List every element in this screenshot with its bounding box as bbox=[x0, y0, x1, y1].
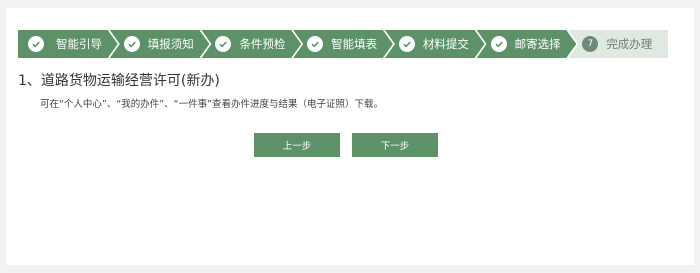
previous-step-button[interactable]: 上一步 bbox=[254, 133, 340, 157]
step-complete[interactable]: 7 完成办理 bbox=[568, 30, 669, 58]
step-label: 智能引导 bbox=[56, 37, 102, 51]
step-condition-check[interactable]: 条件预检 bbox=[201, 30, 301, 58]
check-icon bbox=[491, 36, 507, 52]
step-label: 完成办理 bbox=[606, 37, 653, 51]
check-icon bbox=[399, 36, 415, 52]
step-filing-notice[interactable]: 填报须知 bbox=[110, 30, 210, 58]
next-step-button[interactable]: 下一步 bbox=[352, 133, 438, 157]
step-smart-guide[interactable]: 智能引导 bbox=[18, 30, 118, 58]
result-description: 可在“个人中心”、“我的办件”、“一件事”查看办件进度与结果（电子证照）下载。 bbox=[40, 99, 384, 110]
step-label: 材料提交 bbox=[422, 37, 469, 51]
page-title: 1、道路货物运输经营许可(新办) bbox=[18, 73, 220, 89]
step-number-badge: 7 bbox=[582, 36, 599, 52]
step-mail-select[interactable]: 邮寄选择 bbox=[477, 30, 577, 58]
check-icon bbox=[307, 36, 323, 52]
progress-steps: 智能引导 填报须知 条件预检 智能填表 材料提交 邮寄选择 7 完成办理 bbox=[18, 30, 669, 58]
check-icon bbox=[28, 36, 44, 52]
check-icon bbox=[124, 36, 140, 52]
step-material-submit[interactable]: 材料提交 bbox=[385, 30, 485, 58]
check-icon bbox=[215, 36, 231, 52]
step-label: 填报须知 bbox=[147, 37, 194, 51]
step-label: 邮寄选择 bbox=[514, 37, 561, 51]
step-smart-form[interactable]: 智能填表 bbox=[293, 30, 393, 58]
step-label: 智能填表 bbox=[331, 37, 378, 51]
step-label: 条件预检 bbox=[239, 37, 286, 51]
